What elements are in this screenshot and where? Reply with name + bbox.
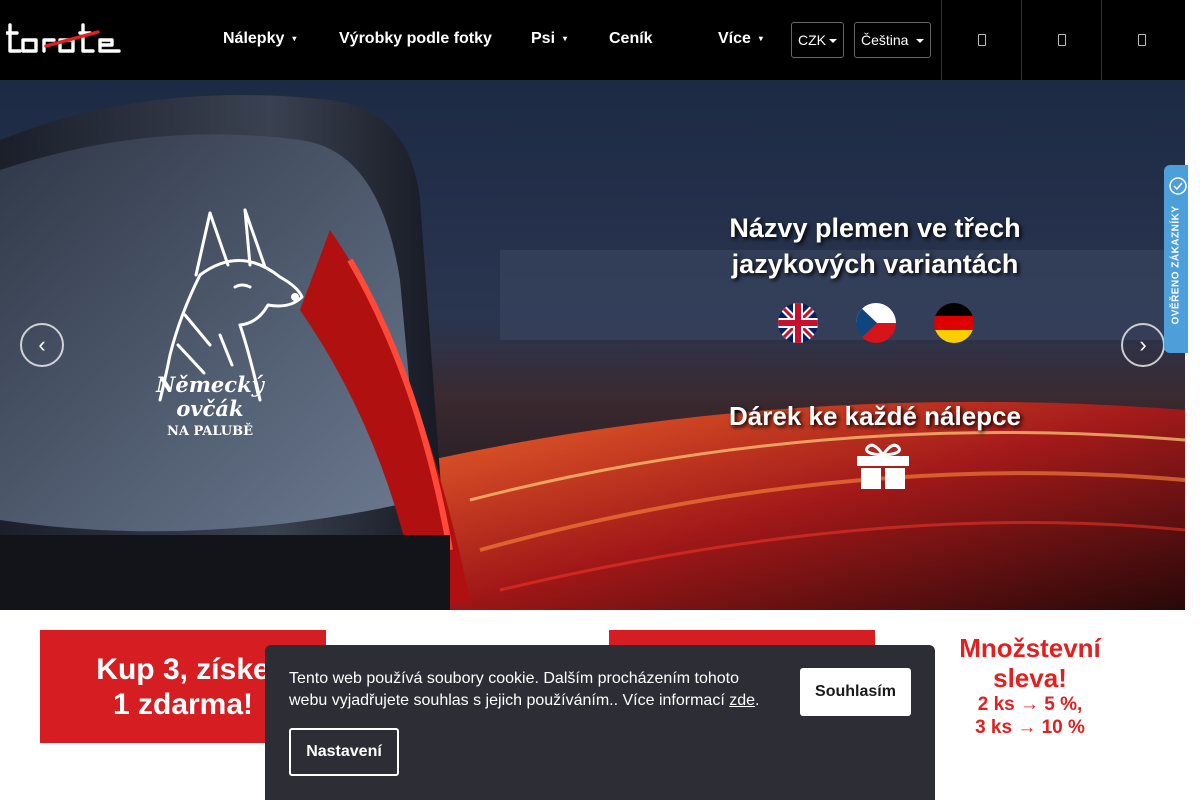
nav-psi-label: Psi <box>531 30 556 47</box>
nav-psi[interactable]: Psi ▾ <box>531 30 567 48</box>
chevron-right-icon: › <box>1139 332 1147 357</box>
cookie-message-text: Tento web používá soubory cookie. Dalším… <box>289 670 740 709</box>
currency-select[interactable]: CZK <box>791 22 844 58</box>
quantity-title-line2: sleva! <box>993 663 1067 693</box>
de-flag-icon <box>934 303 974 343</box>
language-select[interactable]: Čeština <box>854 22 931 58</box>
dropdown-triangle-icon <box>829 39 837 43</box>
chevron-down-icon: ▾ <box>563 34 568 44</box>
account-button[interactable] <box>1021 0 1101 80</box>
hero-headline-line1: Názvy plemen ve třech <box>729 213 1021 243</box>
chevron-down-icon: ▾ <box>758 34 763 44</box>
nav-cenik-label: Ceník <box>609 30 653 47</box>
dog-caption-line1: Německý ovčák <box>156 372 264 421</box>
quantity-line1: 2 ks → 5 %, <box>977 694 1083 715</box>
verified-seal-icon <box>1169 177 1187 195</box>
verified-badge-text: OVĚŘENO ZÁKAZNÍKY <box>1170 205 1182 325</box>
nav-nalepky[interactable]: Nálepky ▾ <box>223 30 296 48</box>
cookie-consent-bar: Tento web používá soubory cookie. Dalším… <box>265 645 935 800</box>
currency-value: CZK <box>798 32 826 48</box>
chevron-down-icon: ▾ <box>292 34 297 44</box>
site-header: Nálepky ▾ Výrobky podle fotky Psi ▾ Ceník … <box>0 0 1185 80</box>
slider-next-button[interactable]: › <box>1121 323 1165 367</box>
search-icon <box>978 34 986 46</box>
dog-caption: Německý ovčák NA PALUBĚ <box>120 373 300 441</box>
quantity-discount-banner[interactable]: Množstevní sleva! 2 ks → 5 %, 3 ks → 10 … <box>930 633 1130 739</box>
hero-slider: Německý ovčák NA PALUBĚ Názvy plemen ve … <box>0 80 1185 610</box>
dropdown-triangle-icon <box>916 39 924 43</box>
nav-vyrobky[interactable]: Výrobky podle fotky <box>339 30 492 48</box>
cz-flag-icon <box>856 303 896 343</box>
cart-button[interactable] <box>1101 0 1181 80</box>
search-button[interactable] <box>941 0 1021 80</box>
cookie-message: Tento web používá soubory cookie. Dalším… <box>289 668 769 712</box>
dog-caption-line2: NA PALUBĚ <box>166 424 254 439</box>
cookie-settings-button[interactable]: Nastavení <box>289 728 399 776</box>
chevron-left-icon: ‹ <box>38 332 46 357</box>
cart-icon <box>1138 34 1146 46</box>
nav-vyrobky-label: Výrobky podle fotky <box>339 30 492 47</box>
cookie-message-end: . <box>755 692 760 709</box>
quantity-line2: 3 ks → 10 % <box>975 717 1085 738</box>
slider-prev-button[interactable]: ‹ <box>20 323 64 367</box>
language-value: Čeština <box>861 32 909 48</box>
uk-flag-icon <box>778 303 818 343</box>
hero-headline-line2: jazykových variantách <box>731 249 1019 279</box>
quantity-title-line1: Množstevní <box>959 633 1101 663</box>
gift-icon <box>857 443 909 489</box>
site-logo[interactable] <box>6 22 122 56</box>
cookie-more-info-link[interactable]: zde <box>729 692 755 709</box>
verified-customers-badge[interactable]: OVĚŘENO ZÁKAZNÍKY <box>1164 165 1188 353</box>
nav-vice-label: Více <box>718 30 751 47</box>
nav-nalepky-label: Nálepky <box>223 30 285 47</box>
nav-vice[interactable]: Více ▾ <box>718 30 763 48</box>
hero-headline: Názvy plemen ve třech jazykových variant… <box>690 210 1060 282</box>
user-icon <box>1058 34 1066 46</box>
nav-cenik[interactable]: Ceník <box>609 30 653 48</box>
cookie-accept-button[interactable]: Souhlasím <box>800 668 911 716</box>
gift-text: Dárek ke každé nálepce <box>729 401 1021 431</box>
